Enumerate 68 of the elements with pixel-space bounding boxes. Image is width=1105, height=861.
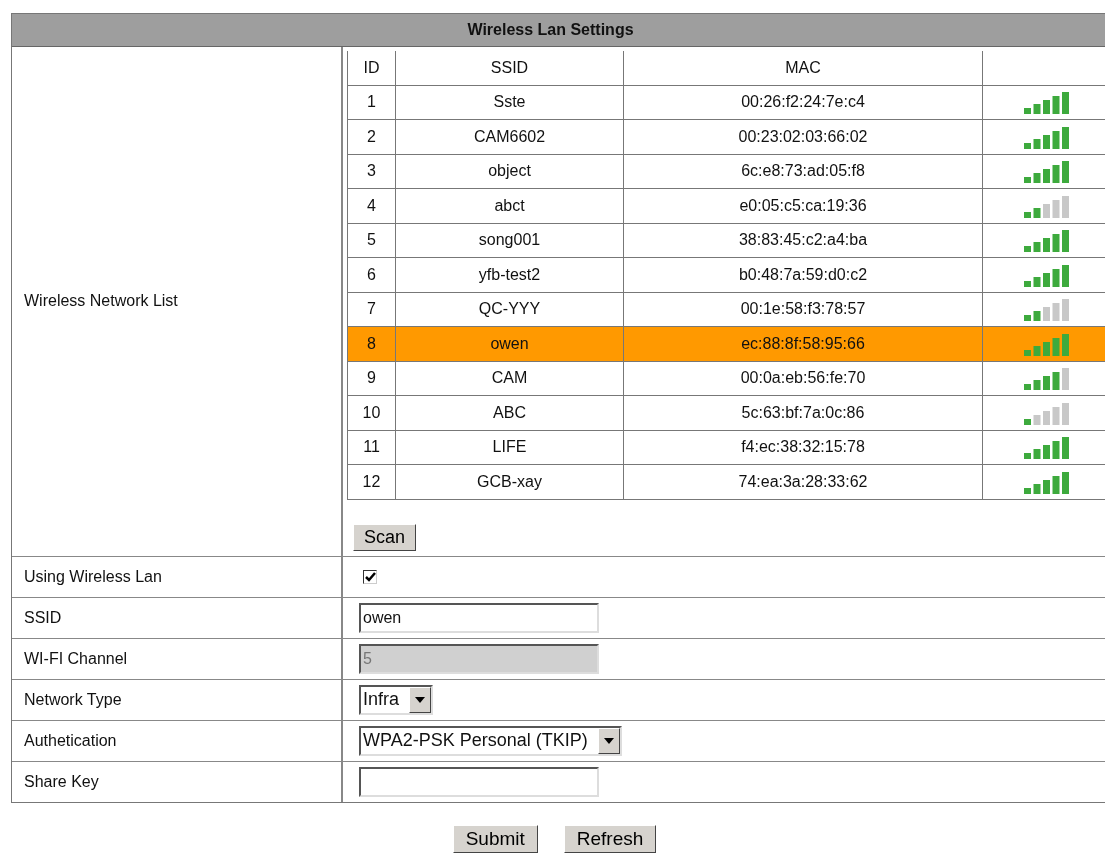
table-cell: 3 bbox=[367, 162, 376, 181]
caret-icon bbox=[415, 696, 426, 703]
table-cell: 1 bbox=[367, 93, 376, 112]
table-cell: 12 bbox=[362, 472, 381, 491]
network-row[interactable]: 5 song001 38:83:45:c2:a4:ba bbox=[348, 223, 1105, 258]
table-cell: yfb-test2 bbox=[478, 265, 541, 284]
table-cell: CAM bbox=[491, 369, 528, 388]
field-label: Using Wireless Lan bbox=[24, 567, 162, 586]
field-label: Authetication bbox=[24, 731, 117, 750]
table-cell: ec:88:8f:58:95:66 bbox=[741, 334, 865, 353]
table-cell: 00:1e:58:f3:78:57 bbox=[740, 300, 866, 319]
table-cell: 10 bbox=[362, 403, 381, 422]
scan-button[interactable]: Scan bbox=[353, 523, 417, 551]
table-cell: 2 bbox=[367, 127, 376, 146]
table-cell: object bbox=[488, 162, 531, 181]
table-cell: e0:05:c5:ca:19:36 bbox=[739, 196, 867, 215]
table-cell: 00:26:f2:24:7e:c4 bbox=[741, 93, 865, 112]
table-cell: 00:23:02:03:66:02 bbox=[738, 127, 868, 146]
table-cell: b0:48:7a:59:d0:c2 bbox=[738, 265, 868, 284]
dropdown[interactable]: WPA2-PSK Personal (TKIP) bbox=[359, 725, 622, 756]
table-cell: song001 bbox=[478, 231, 541, 250]
network-row[interactable]: 6 yfb-test2 b0:48:7a:59:d0:c2 bbox=[348, 258, 1105, 293]
table-cell: Sste bbox=[493, 93, 526, 112]
form-button[interactable]: Submit bbox=[452, 824, 538, 853]
table-cell: 6c:e8:73:ad:05:f8 bbox=[741, 162, 865, 181]
table-cell: QC-YYY bbox=[478, 300, 541, 319]
table-cell: 5c:63:bf:7a:0c:86 bbox=[741, 403, 865, 422]
network-row[interactable]: 10 ABC 5c:63:bf:7a:0c:86 bbox=[348, 396, 1105, 431]
table-cell: 00:0a:eb:56:fe:70 bbox=[740, 369, 866, 388]
table-cell: 9 bbox=[367, 369, 376, 388]
network-row[interactable]: 11 LIFE f4:ec:38:32:15:78 bbox=[348, 430, 1105, 465]
network-row[interactable]: 2 CAM6602 00:23:02:03:66:02 bbox=[348, 120, 1105, 155]
network-row[interactable]: 12 GCB-xay 74:ea:3a:28:33:62 bbox=[348, 465, 1105, 500]
table-cell: 5 bbox=[367, 231, 376, 250]
network-row[interactable]: 1 Sste 00:26:f2:24:7e:c4 bbox=[348, 85, 1105, 120]
table-cell: 7 bbox=[367, 300, 376, 319]
section-title: Wireless Lan Settings bbox=[12, 14, 1105, 47]
network-row[interactable]: 3 object 6c:e8:73:ad:05:f8 bbox=[348, 154, 1105, 189]
column-header: ID bbox=[363, 58, 380, 77]
table-cell: 74:ea:3a:28:33:62 bbox=[738, 472, 868, 491]
table-cell: ABC bbox=[493, 403, 526, 422]
table-cell: owen bbox=[490, 334, 529, 353]
caret-icon bbox=[603, 737, 614, 744]
table-cell: GCB-xay bbox=[477, 472, 542, 491]
field-label: WI-FI Channel bbox=[24, 649, 128, 668]
checkbox[interactable] bbox=[363, 569, 377, 584]
form-button[interactable]: Refresh bbox=[563, 824, 657, 853]
text-field[interactable] bbox=[359, 766, 599, 797]
field-label: Wireless Network List bbox=[24, 292, 178, 311]
dropdown[interactable]: Infra bbox=[359, 684, 434, 715]
table-cell: abct bbox=[494, 196, 525, 215]
table-cell: 4 bbox=[367, 196, 376, 215]
column-header: MAC bbox=[785, 58, 821, 77]
column-header: SSID bbox=[490, 58, 529, 77]
table-cell: 8 bbox=[367, 334, 376, 353]
table-cell: LIFE bbox=[492, 438, 527, 457]
table-cell: 38:83:45:c2:a4:ba bbox=[738, 231, 868, 250]
table-cell: f4:ec:38:32:15:78 bbox=[741, 438, 865, 457]
network-row[interactable]: 4 abct e0:05:c5:ca:19:36 bbox=[348, 189, 1105, 224]
network-row[interactable]: 8 owen ec:88:8f:58:95:66 bbox=[348, 327, 1105, 362]
field-label: Share Key bbox=[24, 772, 99, 791]
text-field[interactable]: owen bbox=[359, 602, 599, 633]
field-label: SSID bbox=[24, 608, 62, 627]
table-cell: 6 bbox=[367, 265, 376, 284]
field-label: Network Type bbox=[24, 690, 122, 709]
network-row[interactable]: 9 CAM 00:0a:eb:56:fe:70 bbox=[348, 361, 1105, 396]
table-cell: 11 bbox=[363, 438, 380, 457]
table-cell: CAM6602 bbox=[473, 127, 546, 146]
